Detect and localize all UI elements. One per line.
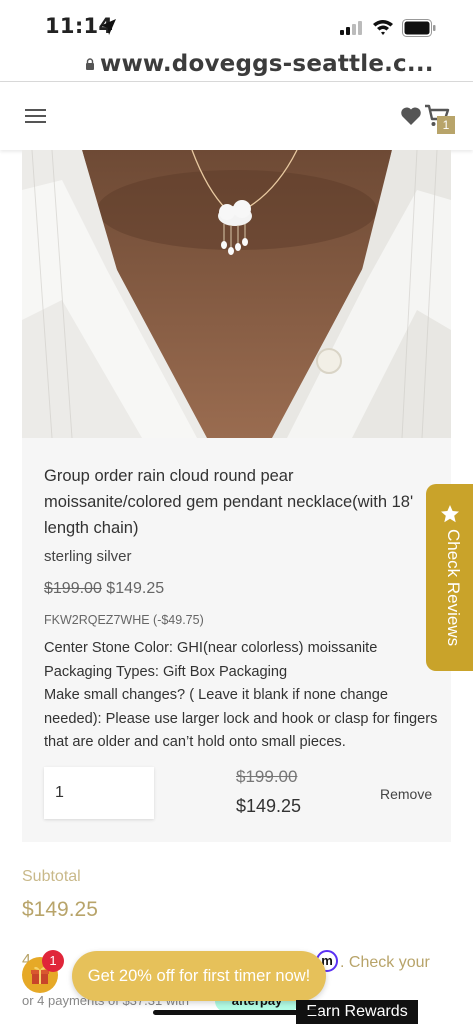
wifi-icon — [373, 20, 393, 35]
quantity-input[interactable] — [44, 767, 154, 819]
cart-line-item: Group order rain cloud round pear moissa… — [22, 150, 451, 842]
browser-url-bar[interactable]: www.doveggs-seattle.c... — [0, 48, 473, 82]
promo-banner-button[interactable]: Get 20% off for first timer now! — [72, 951, 326, 1001]
check-reviews-tab[interactable]: Check Reviews — [426, 484, 473, 671]
product-title[interactable]: Group order rain cloud round pear moissa… — [44, 463, 434, 541]
property-stone-color: Center Stone Color: GHI(near colorless) … — [44, 640, 378, 656]
check-your-link[interactable]: . Check your — [340, 954, 430, 972]
subtotal-label: Subtotal — [22, 868, 81, 885]
notification-badge: 1 — [42, 950, 64, 972]
unit-price-original: $199.00 — [44, 580, 102, 597]
url-text[interactable]: www.doveggs-seattle.c... — [100, 51, 434, 77]
home-indicator — [153, 1010, 319, 1015]
unit-price: $199.00 $149.25 — [44, 580, 164, 598]
cart-count-badge: 1 — [437, 116, 455, 134]
lock-icon — [86, 58, 94, 70]
site-header: 1 — [0, 82, 473, 150]
location-arrow-icon — [100, 19, 116, 35]
line-price-current: $149.25 — [236, 796, 302, 816]
remove-button[interactable]: Remove — [380, 786, 432, 802]
hamburger-menu-icon[interactable] — [25, 108, 47, 124]
wishlist-heart-icon[interactable] — [400, 106, 422, 126]
line-item-properties: Center Stone Color: GHI(near colorless) … — [44, 637, 439, 755]
property-small-changes: Make small changes? ( Leave it blank if … — [44, 687, 438, 750]
discount-code: FKW2RQEZ7WHE (-$49.75) — [44, 613, 204, 627]
line-price-original: $199.00 — [236, 767, 298, 786]
battery-icon — [402, 19, 436, 37]
property-packaging: Packaging Types: Gift Box Packaging — [44, 663, 288, 680]
cellular-signal-icon — [340, 21, 362, 35]
product-image — [22, 150, 451, 438]
check-reviews-label: Check Reviews — [444, 529, 463, 647]
star-icon — [441, 505, 459, 523]
product-variant: sterling silver — [44, 548, 132, 565]
unit-price-current: $149.25 — [106, 580, 165, 597]
status-bar: 11:14 — [0, 0, 473, 52]
subtotal-value: $149.25 — [22, 898, 98, 921]
